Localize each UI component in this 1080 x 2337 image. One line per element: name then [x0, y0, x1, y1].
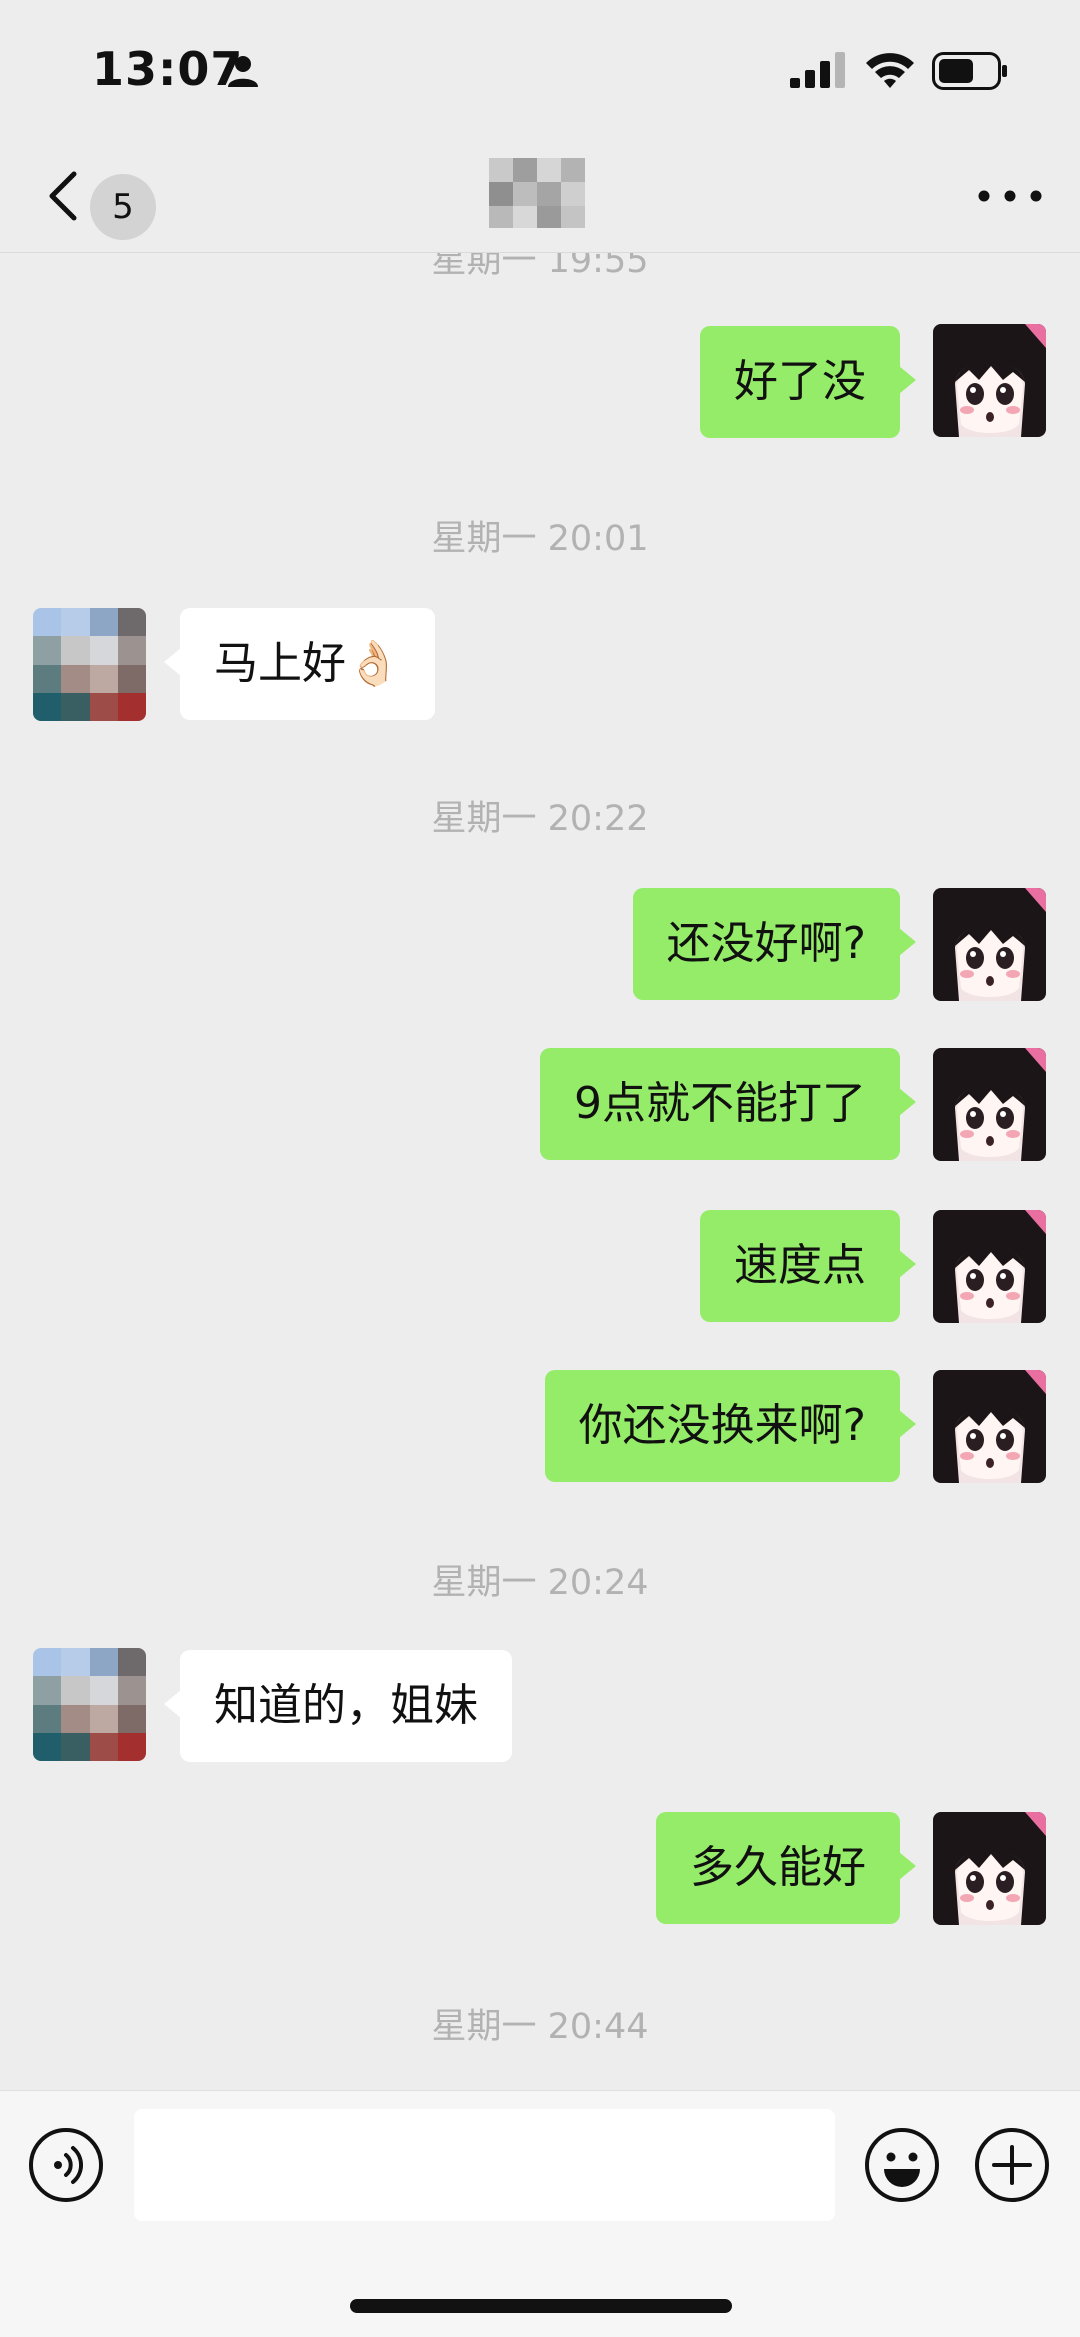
- anime-girl-avatar-icon: [933, 324, 1046, 437]
- back-button[interactable]: 5: [30, 158, 170, 240]
- nav-bar: 5: [0, 140, 1080, 253]
- my-avatar[interactable]: [933, 1812, 1046, 1925]
- voice-icon[interactable]: [28, 2127, 104, 2203]
- input-bar: [0, 2090, 1080, 2337]
- more-dots-icon[interactable]: [970, 174, 1050, 218]
- timestamp: 星期一 20:44: [431, 2007, 649, 2047]
- message-input[interactable]: [134, 2109, 835, 2221]
- my-avatar[interactable]: [933, 1048, 1046, 1161]
- plus-icon[interactable]: [974, 2127, 1050, 2203]
- anime-girl-avatar-icon: [933, 1210, 1046, 1323]
- ok-hand-emoji: 👌🏻: [346, 638, 401, 689]
- message-bubble-mine[interactable]: 9点就不能打了: [540, 1048, 916, 1160]
- message-bubble-theirs[interactable]: 马上好👌🏻: [164, 608, 435, 720]
- contact-avatar-pixelated[interactable]: [33, 608, 146, 721]
- my-avatar[interactable]: [933, 324, 1046, 437]
- anime-girl-avatar-icon: [933, 1812, 1046, 1925]
- message-bubble-mine[interactable]: 速度点: [700, 1210, 916, 1322]
- anime-girl-avatar-icon: [933, 888, 1046, 1001]
- message-bubble-theirs[interactable]: 知道的，姐妹: [164, 1650, 512, 1762]
- wifi-icon: [866, 53, 914, 88]
- contact-avatar-pixelated[interactable]: [33, 1648, 146, 1761]
- chat-message-list[interactable]: 星期一 19:55 好了没 星期一 20:01 马上好👌🏻 星期一 20:22 …: [0, 252, 1080, 2090]
- message-bubble-mine[interactable]: 多久能好: [656, 1812, 916, 1924]
- contact-name-pixelated: [489, 158, 585, 228]
- unread-count-badge: 5: [90, 174, 156, 240]
- my-avatar[interactable]: [933, 888, 1046, 1001]
- message-bubble-mine[interactable]: 好了没: [700, 326, 916, 438]
- chevron-left-icon: [49, 171, 77, 221]
- signal-icon: [790, 52, 845, 88]
- home-indicator[interactable]: [350, 2299, 732, 2313]
- message-bubble-mine[interactable]: 还没好啊?: [632, 888, 917, 1000]
- emoji-icon[interactable]: [864, 2127, 940, 2203]
- status-bar: 13:07: [0, 0, 1080, 140]
- message-text: 马上好: [214, 638, 346, 689]
- chat-screen: 13:07 5 星期一 19:55 好了没 星期一 20:01 马上好👌🏻 星期…: [0, 0, 1080, 2337]
- timestamp: 星期一 20:24: [431, 1563, 649, 1603]
- battery-icon: [932, 52, 1007, 90]
- person-icon: [228, 56, 258, 87]
- anime-girl-avatar-icon: [933, 1370, 1046, 1483]
- timestamp-partial: 星期一 19:55: [431, 252, 649, 281]
- message-bubble-mine[interactable]: 你还没换来啊?: [544, 1370, 917, 1482]
- my-avatar[interactable]: [933, 1210, 1046, 1323]
- anime-girl-avatar-icon: [933, 1048, 1046, 1161]
- timestamp: 星期一 20:22: [431, 799, 649, 839]
- my-avatar[interactable]: [933, 1370, 1046, 1483]
- status-time: 13:07: [92, 42, 244, 96]
- timestamp: 星期一 20:01: [431, 519, 649, 559]
